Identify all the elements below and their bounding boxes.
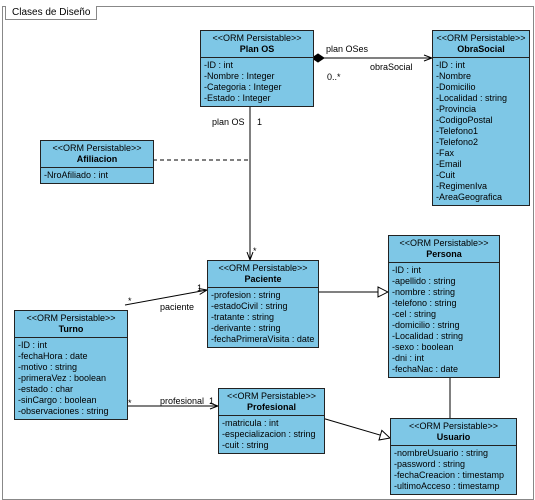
class-attrs: -ID : int -Nombre : Integer -Categoria :… — [201, 58, 313, 106]
class-profesional: <<ORM Persistable>> Profesional -matricu… — [218, 388, 325, 454]
label-zerostar: 0..* — [327, 72, 341, 82]
frame-title: Clases de Diseño — [5, 6, 97, 20]
class-name: Plan OS — [204, 44, 310, 55]
class-paciente: <<ORM Persistable>> Paciente -profesion … — [207, 260, 319, 348]
class-attrs: -ID : int -fechaHora : date -motivo : st… — [15, 338, 127, 419]
label-star-c: * — [128, 398, 132, 408]
label-profesional: profesional — [160, 396, 204, 406]
stereotype: <<ORM Persistable>> — [204, 33, 310, 44]
stereotype: <<ORM Persistable>> — [211, 263, 315, 274]
class-name: ObraSocial — [436, 44, 526, 55]
class-attrs: -ID : int -apellido : string -nombre : s… — [389, 263, 499, 377]
class-name: Persona — [392, 249, 496, 260]
class-attrs: -nombreUsuario : string -password : stri… — [391, 446, 516, 494]
stereotype: <<ORM Persistable>> — [394, 421, 513, 432]
label-paciente: paciente — [160, 302, 194, 312]
label-planoses: plan OSes — [326, 44, 368, 54]
stereotype: <<ORM Persistable>> — [436, 33, 526, 44]
class-attrs: -ID : int -Nombre -Domicilio -Localidad … — [433, 58, 529, 205]
class-name: Usuario — [394, 432, 513, 443]
class-name: Afiliacion — [44, 154, 150, 165]
label-star-a: * — [253, 246, 257, 256]
class-attrs: -matricula : int -especializacion : stri… — [219, 416, 324, 453]
class-name: Paciente — [211, 274, 315, 285]
class-name: Profesional — [222, 402, 321, 413]
stereotype: <<ORM Persistable>> — [392, 238, 496, 249]
class-obrasocial: <<ORM Persistable>> ObraSocial -ID : int… — [432, 30, 530, 206]
class-planos: <<ORM Persistable>> Plan OS -ID : int -N… — [200, 30, 314, 107]
class-attrs: -profesion : string -estadoCivil : strin… — [208, 288, 318, 347]
class-name: Turno — [18, 324, 124, 335]
label-planos: plan OS — [212, 117, 245, 127]
label-one-c: 1 — [209, 396, 214, 406]
class-usuario: <<ORM Persistable>> Usuario -nombreUsuar… — [390, 418, 517, 495]
label-one-b: 1 — [197, 283, 202, 293]
label-obrasocial: obraSocial — [370, 62, 413, 72]
stereotype: <<ORM Persistable>> — [222, 391, 321, 402]
stereotype: <<ORM Persistable>> — [18, 313, 124, 324]
class-persona: <<ORM Persistable>> Persona -ID : int -a… — [388, 235, 500, 378]
label-star-b: * — [128, 296, 132, 306]
class-turno: <<ORM Persistable>> Turno -ID : int -fec… — [14, 310, 128, 420]
stereotype: <<ORM Persistable>> — [44, 143, 150, 154]
label-one-a: 1 — [257, 117, 262, 127]
class-afiliacion: <<ORM Persistable>> Afiliacion -NroAfili… — [40, 140, 154, 184]
class-attrs: -NroAfiliado : int — [41, 168, 153, 183]
